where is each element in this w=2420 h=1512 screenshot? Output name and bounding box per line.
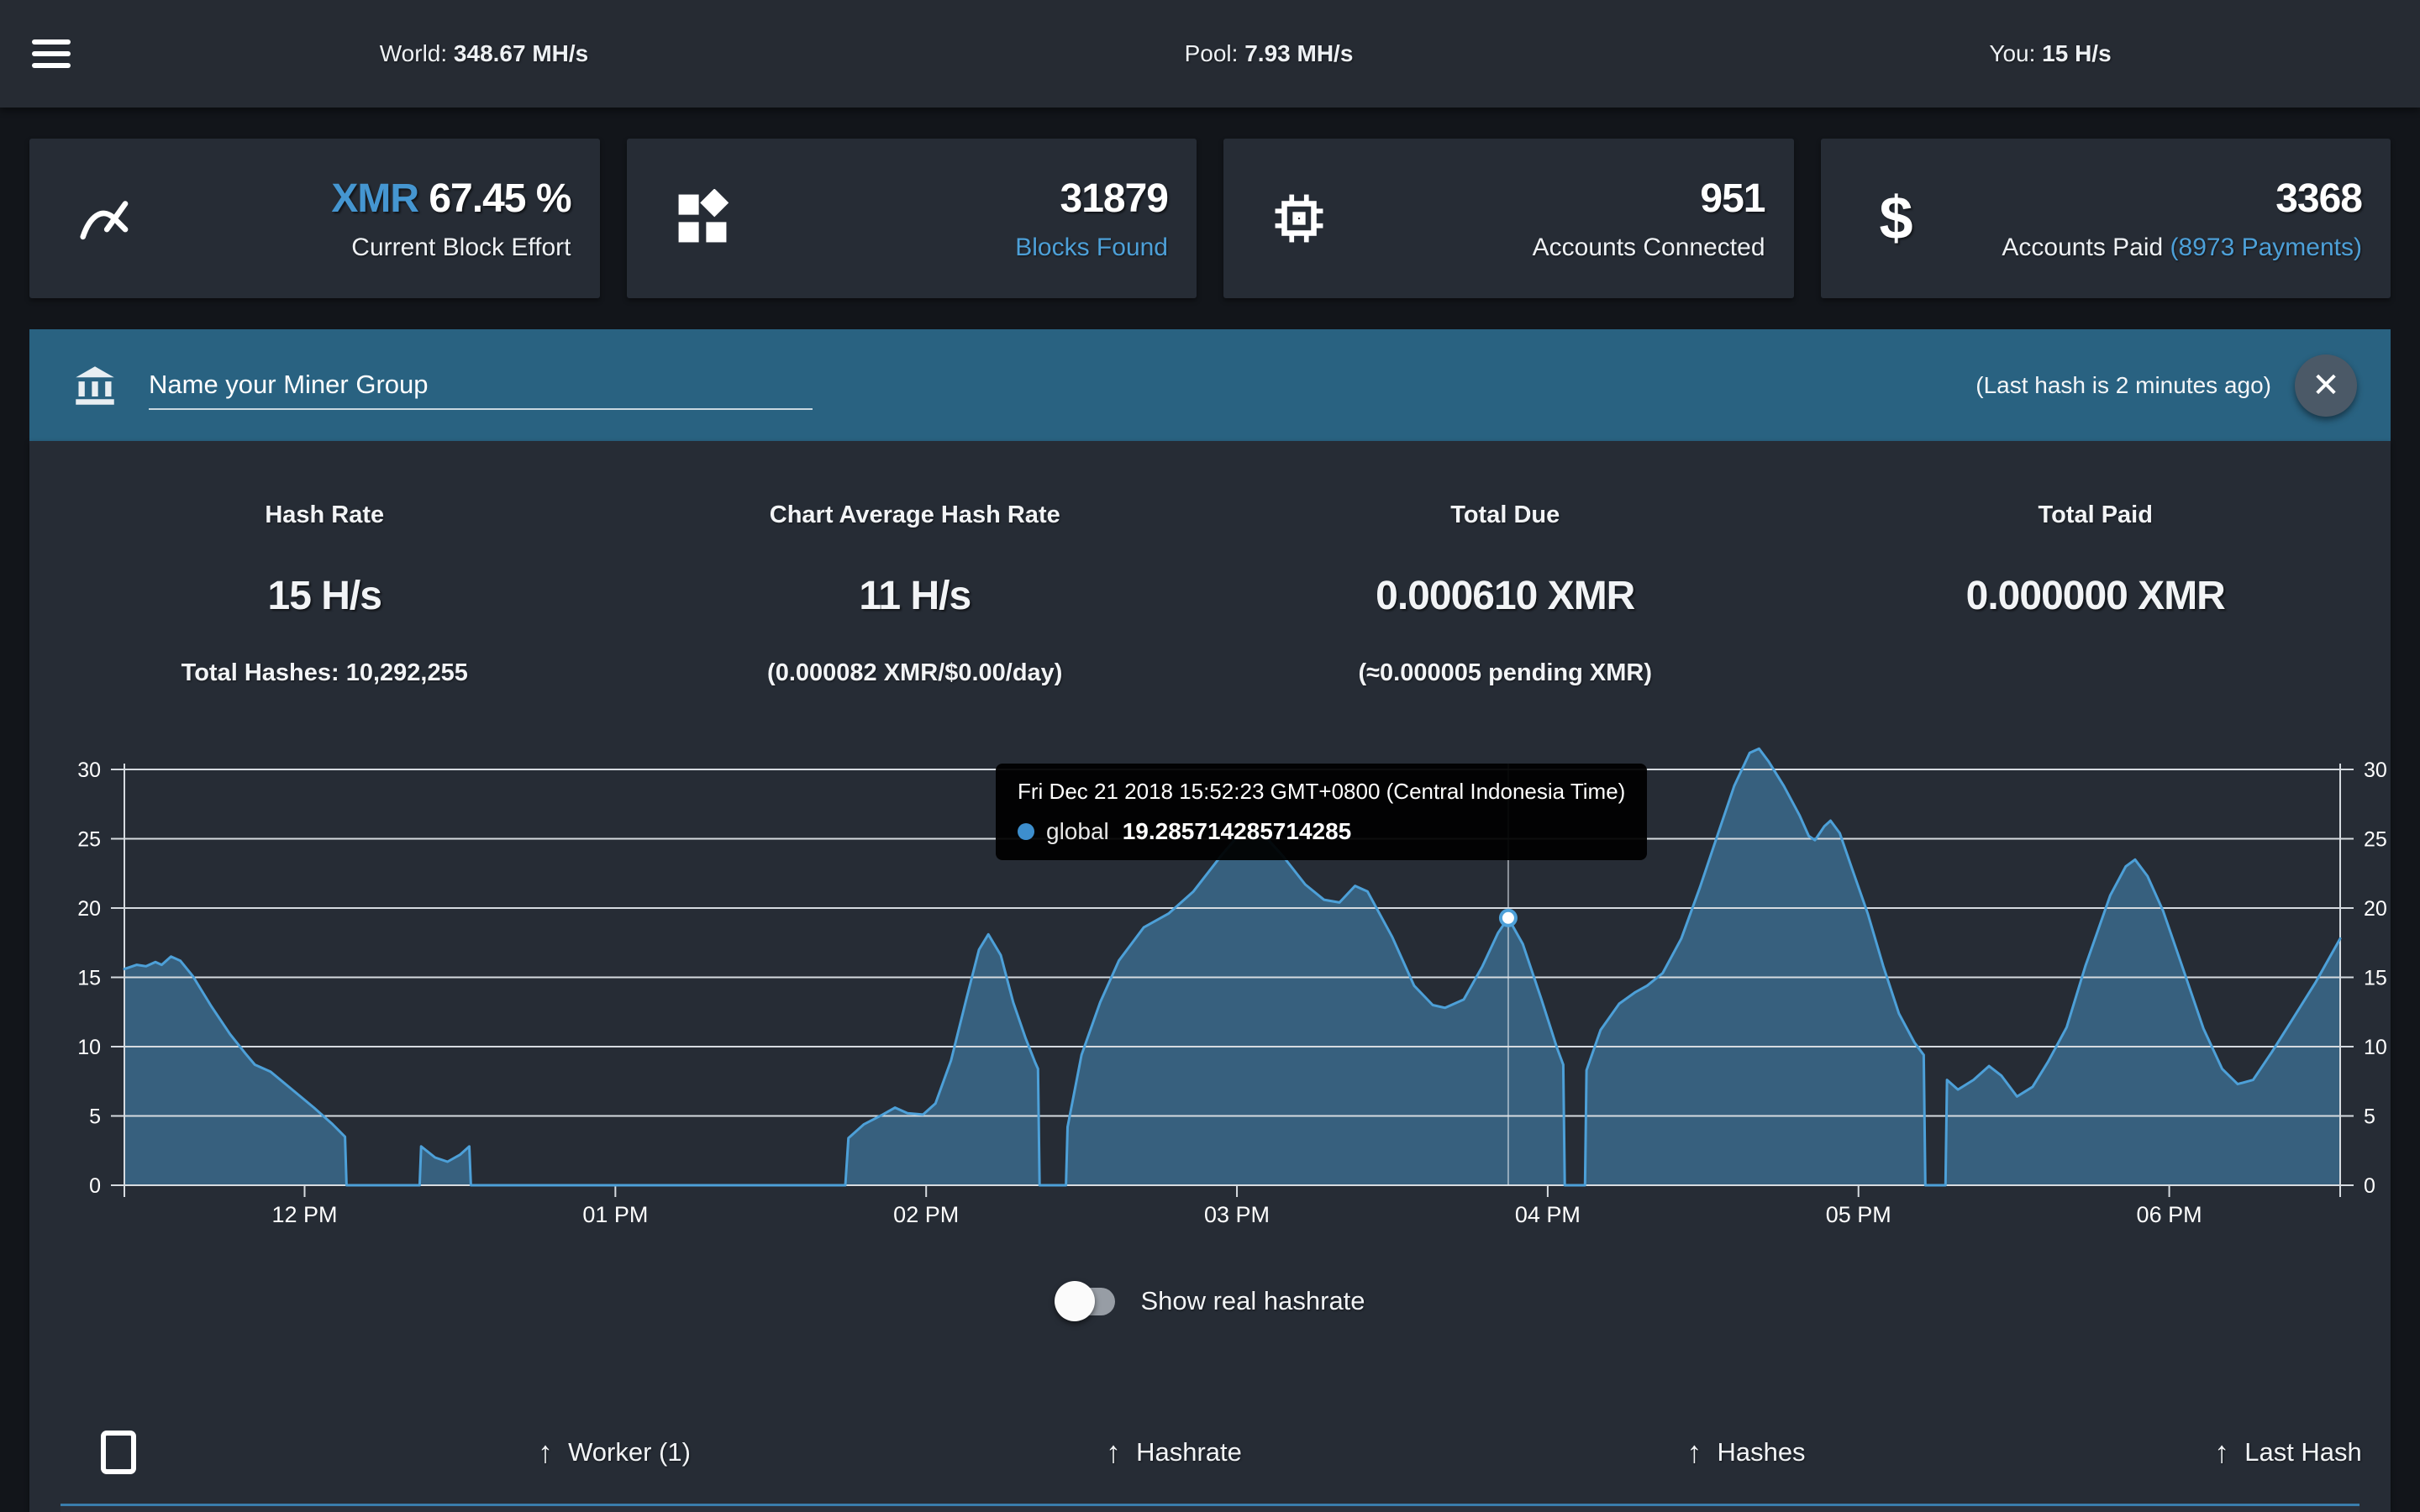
card-value: 67.45 % — [429, 176, 571, 221]
stat-total-due: Total Due 0.000610 XMR (≈0.000005 pendin… — [1210, 501, 1801, 688]
stat-total-paid: Total Paid 0.000000 XMR — [1801, 501, 2391, 688]
card-label: Current Block Effort — [331, 234, 571, 262]
column-header-hashrate[interactable]: ↑ Hashrate — [1106, 1435, 1242, 1470]
hashrate-chart[interactable]: 0 0 5 5 10 10 15 15 20 20 25 25 30 30 12 PM 01 PM 02 PM 0… — [29, 730, 2391, 1234]
stats-row: Hash Rate 15 H/s Total Hashes: 10,292,25… — [29, 441, 2391, 688]
card-blocks-found: 31879 Blocks Found — [627, 139, 1197, 298]
stat-cards-row: XMR 67.45 % Current Block Effort 31879 B… — [29, 139, 2391, 298]
svg-text:01 PM: 01 PM — [582, 1202, 648, 1227]
bank-icon — [73, 364, 117, 407]
you-value: 15 H/s — [2042, 40, 2112, 66]
your-hashrate: You: 15 H/s — [1989, 40, 2111, 67]
svg-text:30: 30 — [2364, 759, 2387, 782]
svg-text:25: 25 — [77, 828, 101, 852]
svg-text:10: 10 — [77, 1036, 101, 1059]
payments-link[interactable]: (8973 Payments) — [2170, 234, 2362, 261]
svg-text:5: 5 — [2364, 1105, 2375, 1129]
svg-text:15: 15 — [77, 967, 101, 990]
you-label: You: — [1989, 40, 2035, 66]
show-real-hashrate-toggle[interactable] — [1055, 1281, 1118, 1321]
card-value: 31879 — [1015, 176, 1168, 222]
top-bar: World: 348.67 MH/s Pool: 7.93 MH/s You: … — [0, 0, 2420, 108]
miner-group-input[interactable] — [149, 361, 813, 410]
card-label: Accounts Paid — [2002, 234, 2170, 261]
svg-text:0: 0 — [89, 1174, 101, 1198]
close-icon[interactable]: ✕ — [2295, 354, 2357, 417]
column-header-last-hash[interactable]: ↑ Last Hash — [2214, 1435, 2362, 1470]
svg-text:20: 20 — [77, 897, 101, 921]
svg-text:02 PM: 02 PM — [893, 1202, 959, 1227]
stat-hash-rate: Hash Rate 15 H/s Total Hashes: 10,292,25… — [29, 501, 620, 688]
sort-asc-icon: ↑ — [1686, 1435, 1702, 1470]
card-value: 3368 — [2002, 176, 2362, 222]
svg-text:12 PM: 12 PM — [271, 1202, 337, 1227]
blocks-found-link[interactable]: Blocks Found — [1015, 234, 1168, 261]
sort-asc-icon: ↑ — [2214, 1435, 2229, 1470]
widgets-icon — [627, 189, 778, 248]
world-hashrate: World: 348.67 MH/s — [380, 40, 589, 67]
svg-text:10: 10 — [2364, 1036, 2387, 1059]
svg-text:05 PM: 05 PM — [1826, 1202, 1891, 1227]
svg-text:03 PM: 03 PM — [1204, 1202, 1270, 1227]
svg-text:04 PM: 04 PM — [1515, 1202, 1581, 1227]
pool-hashrate: Pool: 7.93 MH/s — [1185, 40, 1354, 67]
sort-asc-icon: ↑ — [1106, 1435, 1121, 1470]
card-value: 951 — [1533, 176, 1765, 222]
pool-label: Pool: — [1185, 40, 1239, 66]
chart-line-icon — [29, 189, 181, 248]
world-value: 348.67 MH/s — [454, 40, 588, 66]
card-accounts-connected: 951 Accounts Connected — [1223, 139, 1794, 298]
pool-value: 7.93 MH/s — [1244, 40, 1353, 66]
toggle-label: Show real hashrate — [1140, 1286, 1365, 1316]
svg-text:06 PM: 06 PM — [2137, 1202, 2202, 1227]
svg-text:5: 5 — [89, 1105, 101, 1129]
chip-icon — [1223, 189, 1375, 248]
workers-table-header: ↑ Worker (1) ↑ Hashrate ↑ Hashes ↑ Last … — [29, 1410, 2391, 1494]
svg-text:20: 20 — [2364, 897, 2387, 921]
dollar-icon: $ — [1821, 184, 1972, 253]
svg-text:0: 0 — [2364, 1174, 2375, 1198]
card-block-effort: XMR 67.45 % Current Block Effort — [29, 139, 600, 298]
stat-chart-average: Chart Average Hash Rate 11 H/s (0.000082… — [620, 501, 1211, 688]
svg-text:30: 30 — [77, 759, 101, 782]
world-label: World: — [380, 40, 447, 66]
card-value-prefix: XMR — [331, 176, 418, 221]
select-all-checkbox[interactable] — [101, 1431, 136, 1474]
column-header-hashes[interactable]: ↑ Hashes — [1686, 1435, 1805, 1470]
column-header-worker[interactable]: ↑ Worker (1) — [538, 1435, 691, 1470]
table-row-top — [60, 1506, 2360, 1512]
card-label: Accounts Connected — [1533, 234, 1765, 262]
card-accounts-paid: $ 3368 Accounts Paid (8973 Payments) — [1821, 139, 2391, 298]
menu-icon[interactable] — [32, 39, 71, 68]
last-hash-note: (Last hash is 2 minutes ago) — [1975, 372, 2271, 399]
svg-text:25: 25 — [2364, 828, 2387, 852]
miner-group-bar: (Last hash is 2 minutes ago) ✕ — [29, 329, 2391, 441]
sort-asc-icon: ↑ — [538, 1435, 553, 1470]
toggle-row: Show real hashrate — [29, 1280, 2391, 1322]
svg-text:15: 15 — [2364, 967, 2387, 990]
miner-stats-panel: Hash Rate 15 H/s Total Hashes: 10,292,25… — [29, 441, 2391, 1512]
